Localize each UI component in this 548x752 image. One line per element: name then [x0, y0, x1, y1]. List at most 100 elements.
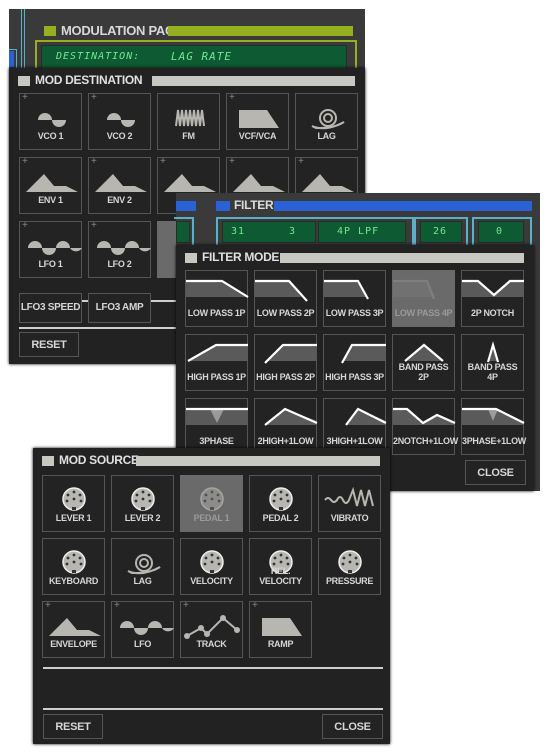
tile-label: LFO 1: [38, 259, 63, 269]
filter-mode-tile-low-pass-1p[interactable]: LOW PASS 1P: [185, 270, 249, 327]
panel-header: MOD SOURCE: [42, 453, 380, 467]
tile-label: LEVER 2: [124, 513, 161, 523]
tile-label: RAMP: [267, 639, 294, 649]
source-tile-lever-2[interactable]: LEVER 2: [111, 475, 174, 532]
destination-label: DESTINATION:: [56, 51, 141, 62]
header-line: [152, 76, 355, 86]
notch-icon: [462, 279, 524, 297]
reset-button[interactable]: RESET: [43, 714, 103, 739]
destination-value: LAG RATE: [171, 50, 232, 63]
header-square: [42, 456, 54, 466]
lcd-value: 4P LPF: [337, 226, 380, 237]
tile-label: 3HIGH+1LOW: [326, 436, 383, 446]
lfo3-amp-button[interactable]: LFO3 AMP: [88, 293, 151, 323]
3phase-1low-icon: [462, 407, 525, 425]
source-tile-lag[interactable]: LAG: [111, 538, 174, 595]
source-tile-envelope[interactable]: + ENVELOPE: [42, 600, 105, 658]
high-pass-1p-icon: [187, 343, 248, 362]
tile-label: LOW PASS 2P: [256, 308, 315, 318]
destination-display[interactable]: DESTINATION: LAG RATE: [41, 45, 347, 69]
mod-destination-title: MOD DESTINATION: [35, 73, 143, 87]
high-pass-3p-icon: [341, 343, 386, 364]
tile-label: LOW PASS 3P: [325, 308, 384, 318]
source-tile-track[interactable]: + TRACK: [180, 600, 243, 658]
low-pass-2p-icon: [255, 279, 308, 302]
tile-label: VCO 1: [37, 131, 64, 141]
tile-label: REL. VELOCITY: [259, 566, 302, 586]
filter-mode-tile-2p-notch[interactable]: 2P NOTCH: [461, 270, 524, 327]
filter-mode-tile-band-pass-2p[interactable]: BAND PASS 2P: [392, 334, 455, 391]
filter-lcd-1[interactable]: 31 3: [222, 221, 316, 243]
filter-mode-tile-low-pass-4p[interactable]: LOW PASS 4P: [392, 270, 455, 327]
divider: [43, 708, 383, 710]
destination-tile-lfo-1[interactable]: + LFO 1: [19, 220, 82, 278]
destination-tile-fm[interactable]: FM: [157, 93, 220, 150]
tile-label: LAG: [133, 576, 152, 586]
mod-source-title: MOD SOURCE: [59, 453, 139, 467]
tile-label: PEDAL 1: [193, 513, 230, 523]
tile-label: BAND PASS 4P: [467, 362, 518, 382]
filter-mode-tile-band-pass-4p[interactable]: BAND PASS 4P: [461, 334, 524, 391]
filter-lcd-3[interactable]: 26: [420, 221, 462, 243]
tile-label: LFO 2: [107, 259, 132, 269]
mod-source-panel: MOD SOURCE RESET CLOSE LEVER 1 LEVER 2 PED…: [33, 448, 390, 744]
filter-title: FILTER: [234, 198, 274, 212]
filter-mode-tile-high-pass-2p[interactable]: HIGH PASS 2P: [254, 334, 317, 391]
destination-tile-vcf-vca[interactable]: + VCF/VCA: [226, 92, 289, 150]
filter-mode-tile-3phase-1low[interactable]: 3PHASE+1LOW: [461, 398, 526, 455]
source-tile-velocity[interactable]: VELOCITY: [180, 538, 243, 595]
source-tile-pedal-1[interactable]: PEDAL 1: [180, 475, 243, 532]
tile-label: TRACK: [196, 639, 227, 649]
header-square: [18, 76, 30, 86]
destination-tile-env-1[interactable]: + ENV 1: [19, 156, 82, 214]
tile-label: VELOCITY: [190, 576, 233, 586]
tile-label: LEVER 1: [55, 513, 92, 523]
tile-label: KEYBOARD: [48, 576, 99, 586]
source-tile-pedal-2[interactable]: PEDAL 2: [249, 475, 312, 532]
filter-header-accent: [216, 201, 230, 211]
close-button[interactable]: CLOSE: [465, 460, 526, 485]
2notch-1low-icon: [393, 407, 456, 425]
low-pass-4p-icon: [393, 279, 436, 300]
source-tile-keyboard[interactable]: KEYBOARD: [42, 538, 105, 595]
tile-label: BAND PASS 2P: [398, 362, 449, 382]
reset-button[interactable]: RESET: [19, 332, 79, 357]
panel-header: MOD DESTINATION: [18, 73, 355, 87]
panel-header: FILTER MODE: [185, 250, 524, 264]
destination-tile-lfo-2[interactable]: + LFO 2: [88, 220, 151, 278]
lcd-value: 0: [496, 226, 504, 237]
tile-label: 3PHASE: [199, 436, 234, 446]
blue-marker: [176, 201, 196, 211]
filter-mode-tile-low-pass-3p[interactable]: LOW PASS 3P: [323, 270, 386, 327]
lfo3-speed-button[interactable]: LFO3 SPEED: [19, 293, 82, 323]
tile-label: VCF/VCA: [238, 131, 277, 141]
lcd-value: 31: [231, 226, 246, 237]
filter-header-line: [274, 201, 532, 211]
source-tile-pressure[interactable]: PRESSURE: [318, 538, 381, 595]
destination-tile-env-2[interactable]: + ENV 2: [88, 156, 151, 214]
source-tile-rel-velocity[interactable]: REL. VELOCITY: [249, 538, 312, 595]
tile-label: LOW PASS 4P: [394, 308, 453, 318]
filter-mode-tile-3phase[interactable]: 3PHASE: [185, 398, 248, 455]
source-tile-lever-1[interactable]: LEVER 1: [42, 475, 105, 532]
filter-lcd-2[interactable]: 4P LPF: [318, 221, 406, 243]
destination-tile-vco-2[interactable]: + VCO 2: [88, 92, 151, 150]
lcd-value: 26: [433, 226, 448, 237]
filter-mode-tile-low-pass-2p[interactable]: LOW PASS 2P: [254, 270, 317, 327]
filter-lcd-4[interactable]: 0: [478, 221, 524, 243]
close-button[interactable]: CLOSE: [322, 714, 383, 739]
filter-mode-tile-2high-1low[interactable]: 2HIGH+1LOW: [254, 398, 318, 455]
destination-tile-vco-1[interactable]: + VCO 1: [19, 92, 82, 150]
tile-label: PEDAL 2: [262, 513, 299, 523]
destination-tile-lag[interactable]: LAG: [295, 93, 358, 150]
tile-label: FM: [182, 131, 195, 141]
filter-mode-tile-high-pass-1p[interactable]: HIGH PASS 1P: [185, 334, 248, 391]
filter-mode-tile-high-pass-3p[interactable]: HIGH PASS 3P: [323, 334, 386, 391]
source-tile-lfo[interactable]: + LFO: [111, 600, 174, 658]
source-tile-vibrato[interactable]: VIBRATO: [318, 475, 381, 532]
filter-mode-tile-2notch-1low[interactable]: 2NOTCH+1LOW: [392, 398, 458, 455]
low-pass-1p-icon: [186, 279, 249, 298]
source-tile-ramp[interactable]: + RAMP: [249, 600, 312, 658]
tile-label: HIGH PASS 2P: [256, 372, 315, 382]
filter-mode-tile-3high-1low[interactable]: 3HIGH+1LOW: [323, 398, 387, 455]
